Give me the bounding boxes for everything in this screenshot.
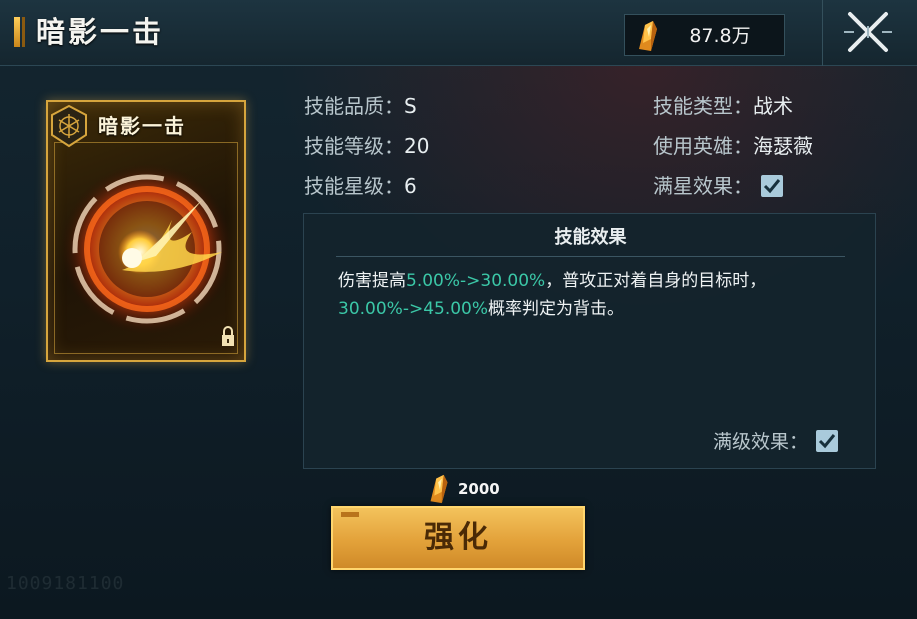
skill-quality-label: 技能品质：	[304, 94, 404, 118]
max-star-effect-label: 满星效果：	[653, 174, 753, 198]
skill-detail-screen: 暗影一击 87.8万 暗影一击 技能品质：S 技能等级：20 技能星级：6 技能…	[0, 0, 917, 619]
max-level-effect: 满级效果：	[713, 428, 839, 456]
close-icon	[844, 12, 892, 52]
crystal-icon	[639, 21, 657, 51]
upgrade-button-label: 强化	[424, 520, 492, 555]
header-accent-bar-dark	[22, 17, 25, 47]
skill-effect-panel: 技能效果 伤害提高5.00%->30.00%，普攻正对着自身的目标时， 30.00…	[303, 213, 876, 469]
header-divider	[822, 0, 823, 66]
effect-highlight-value: 30.00%->45.00%	[338, 299, 489, 319]
skill-quality-value: S	[404, 94, 417, 118]
max-level-effect-label: 满级效果：	[713, 431, 809, 453]
effect-text-part: ，普攻正对着自身的目标时，	[545, 271, 767, 291]
checkmark-icon	[818, 433, 836, 448]
max-star-effect: 满星效果：	[653, 172, 783, 200]
skill-star-value: 6	[404, 174, 417, 198]
skill-type: 技能类型：战术	[653, 92, 793, 120]
skill-hero: 使用英雄：海瑟薇	[653, 132, 813, 160]
skill-effect-divider	[336, 256, 845, 257]
watermark-text: 1009181100	[6, 573, 125, 594]
max-star-effect-checkbox[interactable]	[761, 174, 783, 197]
checkmark-icon	[763, 178, 781, 193]
skill-effect-title: 技能效果	[554, 227, 627, 248]
header-bar: 暗影一击 87.8万	[0, 0, 917, 66]
max-level-effect-checkbox[interactable]	[816, 429, 839, 452]
effect-text-part: 概率判定为背击。	[488, 299, 625, 319]
skill-type-label: 技能类型：	[653, 94, 753, 118]
crystal-icon	[430, 474, 448, 504]
skill-quality: 技能品质：S	[304, 92, 417, 120]
skill-emblem-icon	[51, 104, 87, 148]
skill-effect-description: 伤害提高5.00%->30.00%，普攻正对着自身的目标时， 30.00%->45…	[338, 267, 853, 323]
skill-hero-label: 使用英雄：	[653, 134, 753, 158]
header-accent-bar	[14, 17, 20, 47]
effect-highlight-value: 5.00%->30.00%	[406, 271, 546, 291]
skill-level-value: 20	[404, 134, 430, 158]
skill-art-image	[61, 163, 233, 335]
skill-hero-value: 海瑟薇	[753, 134, 813, 158]
skill-type-value: 战术	[753, 94, 793, 118]
upgrade-cost-value: 2000	[458, 480, 500, 498]
close-button[interactable]	[840, 6, 896, 58]
currency-display: 87.8万	[624, 14, 785, 56]
skill-card: 暗影一击	[46, 100, 246, 362]
page-title: 暗影一击	[36, 15, 165, 49]
effect-text-part: 伤害提高	[338, 271, 406, 291]
currency-value: 87.8万	[689, 25, 751, 47]
card-skill-name: 暗影一击	[98, 114, 186, 138]
skill-star: 技能星级：6	[304, 172, 417, 200]
lock-icon	[222, 326, 234, 346]
skill-level: 技能等级：20	[304, 132, 429, 160]
skill-level-label: 技能等级：	[304, 134, 404, 158]
upgrade-button[interactable]: 强化	[331, 506, 585, 570]
skill-star-label: 技能星级：	[304, 174, 404, 198]
